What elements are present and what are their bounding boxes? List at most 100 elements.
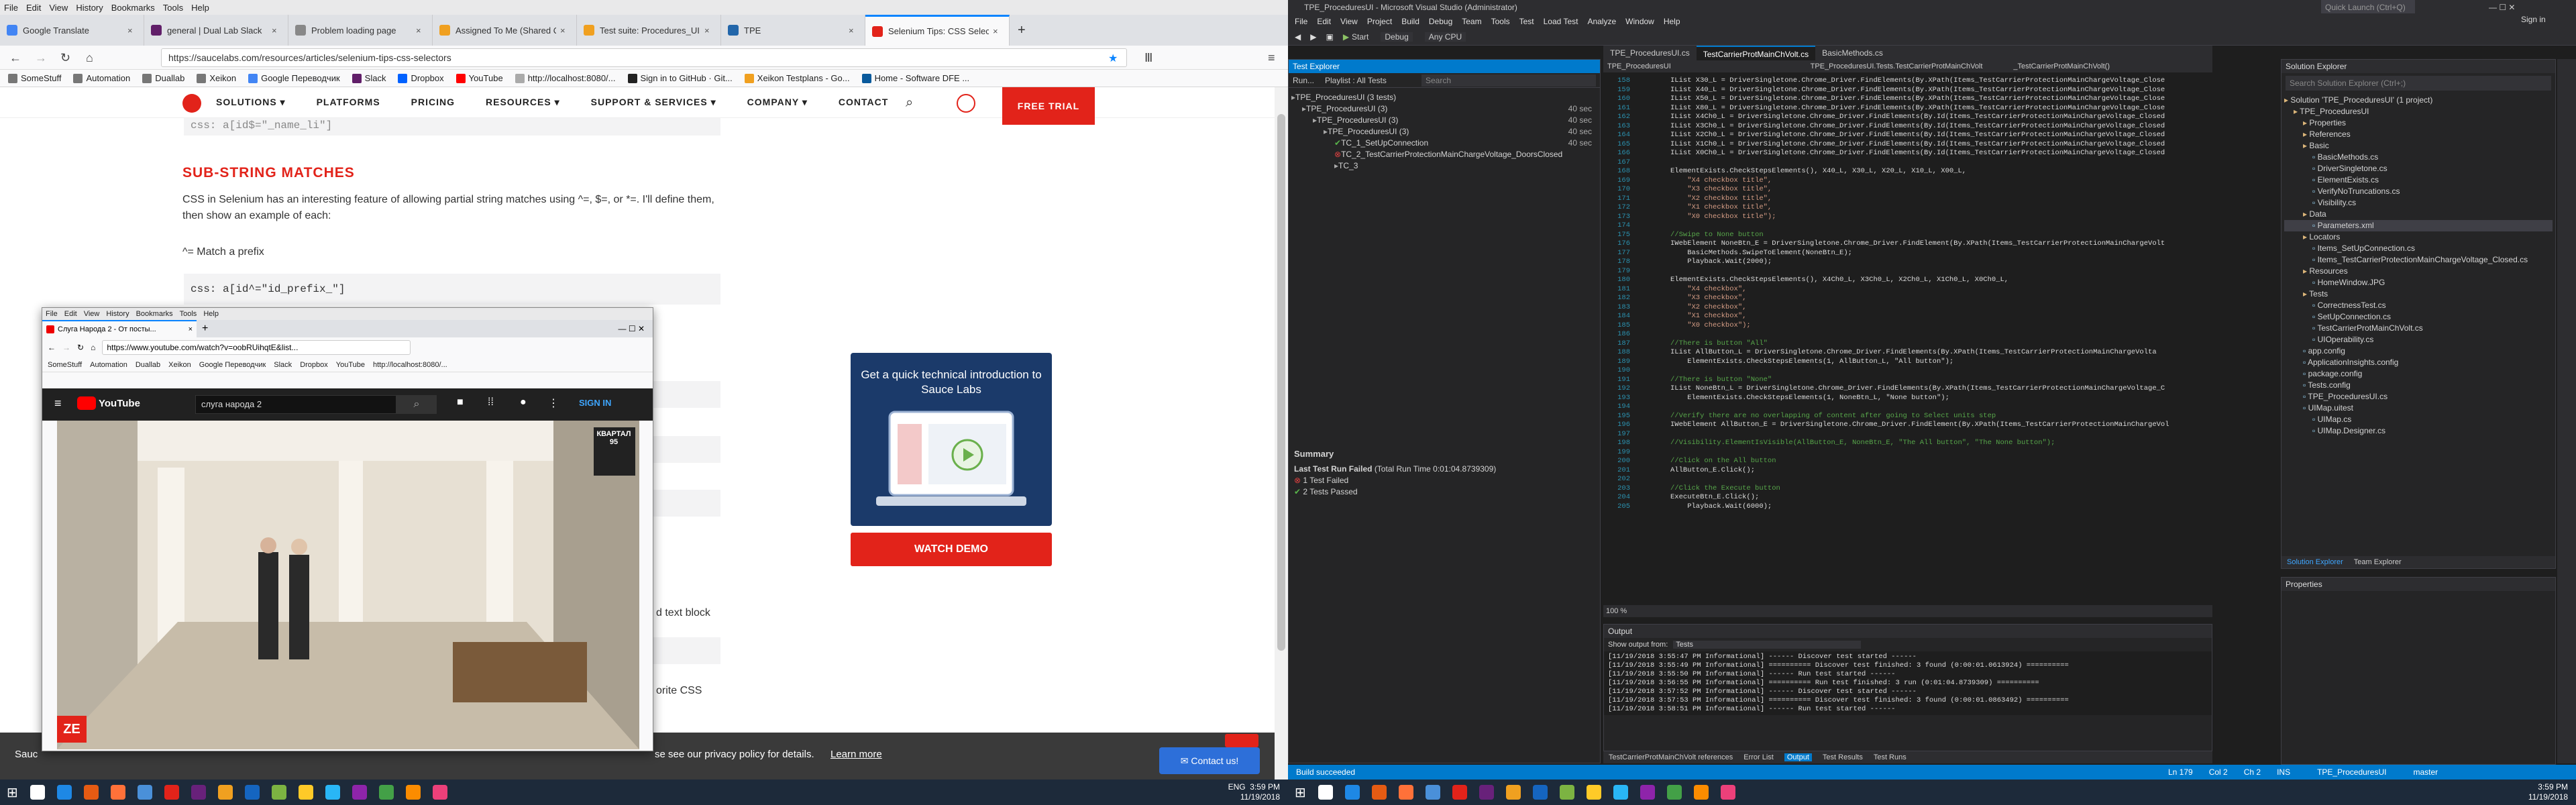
taskbar-app-icon[interactable] (1318, 785, 1333, 800)
watch-demo-button[interactable]: WATCH DEMO (851, 533, 1052, 566)
mini-bookmark-item[interactable]: YouTube (336, 361, 365, 369)
menu-item-file[interactable]: File (4, 3, 18, 13)
mini-menu-item[interactable]: Tools (180, 310, 197, 318)
solution-tree-item[interactable]: ▫ DriverSingletone.cs (2284, 163, 2553, 174)
nav-bar-dropdown[interactable]: _TestCarrierProtMainChVolt() (2009, 62, 2212, 70)
messages-icon[interactable]: ● (520, 396, 527, 409)
bookmark-item[interactable]: Xeikon (197, 73, 236, 83)
bottom-tab[interactable]: TestCarrierProtMainChVolt references (1609, 753, 1733, 761)
nav-forward-icon[interactable]: ▶ (1310, 32, 1316, 42)
vs-menu-window[interactable]: Window (1625, 17, 1654, 26)
close-icon[interactable]: × (272, 25, 281, 36)
mini-bookmark-item[interactable]: Dropbox (300, 361, 328, 369)
code-editor[interactable]: TPE_ProceduresUI TPE_ProceduresUI.Tests.T… (1603, 60, 2212, 617)
mini-menu-item[interactable]: Edit (64, 310, 77, 318)
solution-tree-item[interactable]: ▫ TestCarrierProtMainChVolt.cs (2284, 323, 2553, 334)
passed-count[interactable]: 2 Tests Passed (1303, 487, 1357, 496)
menu-item-edit[interactable]: Edit (26, 3, 41, 13)
test-tree-item[interactable]: ▸ TC_3 (1291, 160, 1597, 172)
taskbar-app-icon[interactable] (217, 785, 233, 800)
forward-icon[interactable]: → (62, 343, 70, 352)
nav-item[interactable]: PRICING (411, 97, 455, 108)
back-icon[interactable]: ← (48, 343, 56, 352)
contact-us-button[interactable]: ✉ Contact us! (1159, 747, 1260, 774)
taskbar-app-icon[interactable] (56, 785, 72, 800)
reload-icon[interactable]: ↻ (60, 51, 70, 65)
new-tab-icon[interactable]: + (202, 323, 208, 335)
test-tree-item[interactable]: ⊗ TC_2_TestCarrierProtectionMainChargeVo… (1291, 149, 1597, 160)
menu-item-view[interactable]: View (49, 3, 68, 13)
menu-item-bookmarks[interactable]: Bookmarks (111, 3, 155, 13)
menu-item-help[interactable]: Help (191, 3, 209, 13)
start-icon[interactable]: ▶ (1343, 32, 1349, 42)
taskbar-app-icon[interactable] (405, 785, 421, 800)
nav-bar-dropdown[interactable]: TPE_ProceduresUI.Tests.TestCarrierProtMa… (1807, 62, 2010, 70)
bookmark-item[interactable]: Google Переводчик (248, 73, 340, 83)
solution-tree-item[interactable]: ▫ SetUpConnection.cs (2284, 311, 2553, 323)
menu-item-history[interactable]: History (76, 3, 103, 13)
youtube-logo-icon[interactable] (77, 396, 96, 410)
page-scrollbar[interactable] (1275, 87, 1288, 780)
solution-tree-item[interactable]: ▫ Visibility.cs (2284, 197, 2553, 209)
mini-menu-item[interactable]: Bookmarks (136, 310, 173, 318)
taskbar-app-icon[interactable] (1425, 785, 1440, 800)
search-icon[interactable]: ⌕ (906, 95, 913, 111)
mini-bookmark-item[interactable]: Google Переводчик (199, 361, 266, 369)
solution-tree-item[interactable]: ▫ UIOperability.cs (2284, 334, 2553, 345)
solution-tree-item[interactable]: ▫ VerifyNoTruncations.cs (2284, 186, 2553, 197)
solution-tree-item[interactable]: ▸ Tests (2284, 288, 2553, 300)
nav-item[interactable]: SUPPORT & SERVICES ▾ (591, 97, 716, 108)
nav-back-icon[interactable]: ◀ (1295, 32, 1301, 42)
nav-item[interactable]: COMPANY ▾ (747, 97, 808, 108)
vertical-tool-tabs[interactable] (2557, 59, 2576, 763)
window-controls[interactable]: — ☐ ✕ (2489, 0, 2515, 15)
home-icon[interactable]: ⌂ (86, 51, 93, 65)
taskbar-app-icon[interactable] (1371, 785, 1387, 800)
taskbar-app-icon[interactable] (378, 785, 394, 800)
hamburger-menu-icon[interactable]: ≡ (54, 396, 62, 411)
test-tree-item[interactable]: ▸ TPE_ProceduresUI (3) 40 sec (1291, 126, 1597, 138)
taskbar-app-icon[interactable] (1505, 785, 1521, 800)
solution-explorer-tab[interactable]: Team Explorer (2354, 558, 2402, 566)
taskbar-app-icon[interactable] (298, 785, 313, 800)
bookmark-item[interactable]: http://localhost:8080/... (515, 73, 616, 83)
search-icon[interactable]: ⌕ (396, 395, 437, 414)
taskbar-app-icon[interactable] (352, 785, 367, 800)
close-icon[interactable]: × (127, 25, 137, 36)
bookmark-item[interactable]: YouTube (455, 73, 503, 83)
windows-start-icon[interactable]: ⊞ (7, 784, 18, 801)
solution-explorer-tab[interactable]: Solution Explorer (2287, 558, 2343, 566)
taskbar-app-icon[interactable] (1586, 785, 1601, 800)
solution-tree-item[interactable]: ▸ References (2284, 129, 2553, 140)
taskbar-app-icon[interactable] (30, 785, 45, 800)
mini-menu-item[interactable]: File (46, 310, 58, 318)
bookmark-item[interactable]: Dropbox (398, 73, 444, 83)
taskbar-app-icon[interactable] (1344, 785, 1360, 800)
taskbar-app-icon[interactable] (1640, 785, 1655, 800)
bottom-tab[interactable]: Test Runs (1874, 753, 1907, 761)
nav-item[interactable]: RESOURCES ▾ (486, 97, 560, 108)
test-tree-item[interactable]: ▸ TPE_ProceduresUI (3) 40 sec (1291, 103, 1597, 115)
bookmark-item[interactable]: Duallab (142, 73, 184, 83)
browser-tab[interactable]: Problem loading page × (288, 15, 433, 46)
taskbar-app-icon[interactable] (164, 785, 179, 800)
mini-bookmark-item[interactable]: Xeikon (168, 361, 191, 369)
window-controls[interactable]: — ☐ ✕ (619, 324, 645, 333)
solution-tree-item[interactable]: ▸ Resources (2284, 266, 2553, 277)
zoom-level[interactable]: 100 % (1603, 605, 2212, 617)
vs-menu-edit[interactable]: Edit (1317, 17, 1331, 26)
taskbar-app-icon[interactable] (432, 785, 447, 800)
mini-bookmark-item[interactable]: http://localhost:8080/... (373, 361, 447, 369)
solution-tree-item[interactable]: ▫ CorrectnessTest.cs (2284, 300, 2553, 311)
url-bar[interactable]: https://saucelabs.com/resources/articles… (161, 48, 1127, 67)
editor-tab[interactable]: BasicMethods.cs (1815, 46, 1890, 60)
editor-tab[interactable]: TPE_ProceduresUI.cs (1603, 46, 1697, 60)
browser-tab[interactable]: TPE × (721, 15, 865, 46)
browser-tab[interactable]: general | Dual Lab Slack × (144, 15, 288, 46)
nav-item[interactable]: CONTACT (839, 97, 888, 108)
browser-tab[interactable]: Assigned To Me (Shared Queri... × (433, 15, 577, 46)
vs-menu-help[interactable]: Help (1664, 17, 1680, 26)
solution-tree-item[interactable]: ▸ Solution 'TPE_ProceduresUI' (1 project… (2284, 95, 2553, 106)
solution-tree-item[interactable]: ▫ Tests.config (2284, 380, 2553, 391)
vs-signin-link[interactable]: Sign in (2521, 15, 2546, 24)
